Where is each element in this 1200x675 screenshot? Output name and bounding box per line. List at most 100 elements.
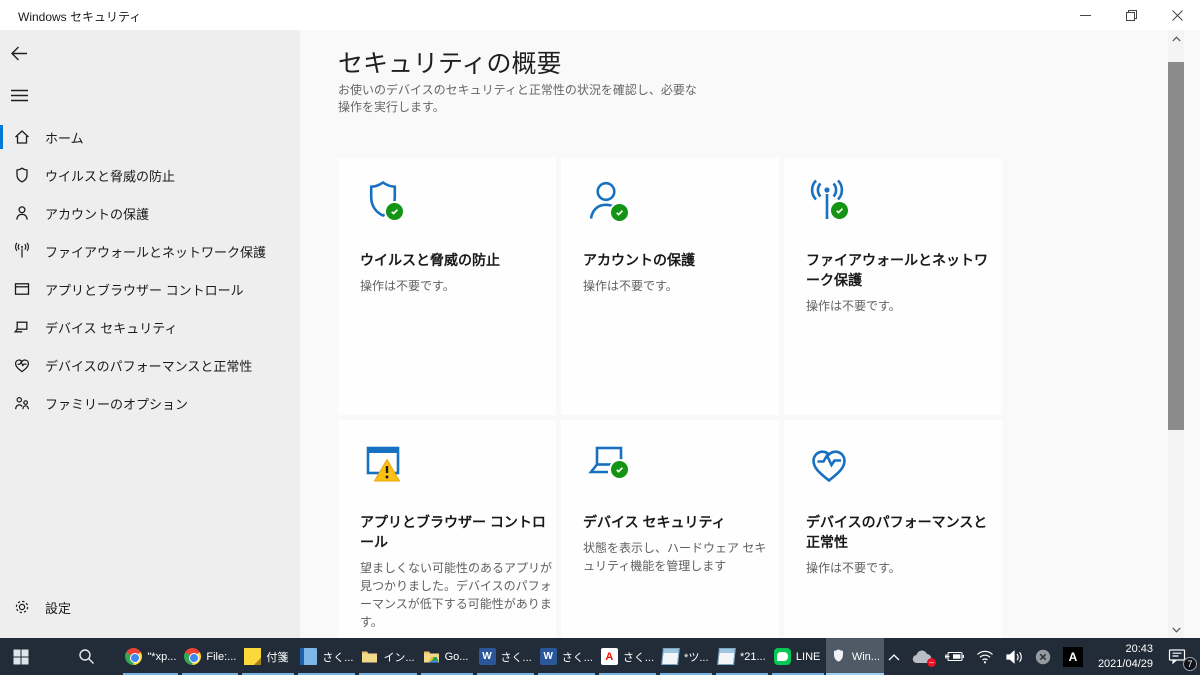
taskbar-app-line[interactable]: LINE bbox=[770, 638, 826, 675]
family-icon bbox=[13, 394, 31, 412]
card-app-browser-control[interactable]: アプリとブラウザー コントロール 望ましくない可能性のあるアプリが見つかりました… bbox=[338, 420, 556, 638]
taskbar-app-folder[interactable]: イン... bbox=[357, 638, 418, 675]
page-subtitle: お使いのデバイスのセキュリティと正常性の状況を確認し、必要な操作を実行します。 bbox=[338, 82, 704, 117]
system-tray: – A 20:43 2021/04/29 7 bbox=[884, 638, 1200, 675]
scrollbar-thumb[interactable] bbox=[1168, 62, 1184, 430]
taskbar-app-notepad-2[interactable]: *21... bbox=[714, 638, 770, 675]
restore-button[interactable] bbox=[1108, 0, 1154, 30]
sidebar-item-label: デバイス セキュリティ bbox=[45, 318, 177, 337]
app-body: ホーム ウイルスと脅威の防止 アカウントの保護 ファイアウォールとネットワーク保… bbox=[0, 30, 1200, 638]
hamburger-menu-button[interactable] bbox=[10, 80, 44, 110]
taskbar-app-word-2[interactable]: W さく... bbox=[536, 638, 597, 675]
clock-time: 20:43 bbox=[1125, 643, 1153, 655]
sidebar-item-settings[interactable]: 設定 bbox=[0, 588, 300, 626]
taskbar-app-book[interactable]: さく... bbox=[296, 638, 357, 675]
scroll-down-arrow[interactable] bbox=[1168, 621, 1184, 638]
sidebar-item-account-protection[interactable]: アカウントの保護 bbox=[0, 194, 300, 232]
action-center-button[interactable]: 7 bbox=[1164, 638, 1196, 675]
word-icon: W bbox=[479, 648, 496, 665]
taskbar-app-label: *21... bbox=[740, 651, 766, 663]
check-badge-icon bbox=[609, 459, 630, 480]
main-content: セキュリティの概要 お使いのデバイスのセキュリティと正常性の状況を確認し、必要な… bbox=[300, 30, 1184, 638]
shield-icon bbox=[13, 166, 31, 184]
close-button[interactable] bbox=[1154, 0, 1200, 30]
wifi-icon[interactable] bbox=[972, 638, 998, 675]
tray-expand-chevron[interactable] bbox=[884, 638, 904, 675]
card-description: 状態を表示し、ハードウェア セキュリティ機能を管理します bbox=[583, 539, 777, 575]
ime-a-icon: A bbox=[1063, 647, 1083, 667]
card-title: ウイルスと脅威の防止 bbox=[360, 250, 554, 270]
sidebar-item-family-options[interactable]: ファミリーのオプション bbox=[0, 384, 300, 422]
taskbar-app-chrome-2[interactable]: File:... bbox=[180, 638, 240, 675]
sidebar-item-firewall-network[interactable]: ファイアウォールとネットワーク保護 bbox=[0, 232, 300, 270]
sidebar-item-label: アカウントの保護 bbox=[45, 204, 149, 223]
card-description: 望ましくない可能性のあるアプリが見つかりました。デバイスのパフォーマンスが低下す… bbox=[360, 559, 554, 631]
sidebar-item-label: ファイアウォールとネットワーク保護 bbox=[45, 242, 266, 261]
check-badge-icon bbox=[384, 201, 405, 222]
vertical-scrollbar[interactable] bbox=[1168, 30, 1184, 638]
taskbar-app-label: Go... bbox=[445, 651, 469, 663]
line-icon bbox=[774, 648, 791, 665]
taskbar-app-drive-folder[interactable]: Go... bbox=[419, 638, 475, 675]
taskbar-app-label: 付箋 bbox=[266, 649, 288, 665]
card-title: デバイス セキュリティ bbox=[583, 512, 777, 532]
sidebar-item-device-security[interactable]: デバイス セキュリティ bbox=[0, 308, 300, 346]
taskbar-app-label: イン... bbox=[383, 649, 414, 665]
minimize-button[interactable] bbox=[1062, 0, 1108, 30]
card-virus-threat-protection[interactable]: ウイルスと脅威の防止 操作は不要です。 bbox=[338, 158, 556, 415]
page-title: セキュリティの概要 bbox=[338, 44, 562, 80]
taskbar: "*xp... File:... 付箋 さく... イン... Go... W … bbox=[0, 638, 1200, 675]
taskbar-app-acrobat[interactable]: A さく... bbox=[597, 638, 658, 675]
taskbar-app-windows-security[interactable]: Win... bbox=[826, 638, 884, 675]
battery-icon[interactable] bbox=[940, 638, 968, 675]
back-button[interactable] bbox=[10, 38, 44, 68]
sidebar-item-home[interactable]: ホーム bbox=[0, 118, 300, 156]
sidebar-item-label: ファミリーのオプション bbox=[45, 394, 188, 413]
folder-icon bbox=[361, 648, 378, 665]
onedrive-icon[interactable]: – bbox=[908, 638, 936, 675]
sticky-note-icon bbox=[244, 648, 261, 665]
start-button[interactable] bbox=[0, 638, 42, 675]
taskbar-search-button[interactable] bbox=[66, 638, 108, 675]
speaker-icon[interactable] bbox=[1002, 638, 1027, 675]
search-icon bbox=[78, 648, 95, 665]
chrome-icon bbox=[125, 648, 142, 665]
sidebar-item-label: アプリとブラウザー コントロール bbox=[45, 280, 244, 299]
taskbar-app-label: *ツ... bbox=[684, 649, 708, 665]
taskbar-app-chrome-1[interactable]: "*xp... bbox=[121, 638, 180, 675]
card-description: 操作は不要です。 bbox=[583, 277, 777, 295]
card-device-performance[interactable]: デバイスのパフォーマンスと正常性 操作は不要です。 bbox=[784, 420, 1002, 638]
card-title: ファイアウォールとネットワーク保護 bbox=[806, 250, 1000, 290]
sidebar-item-app-browser-control[interactable]: アプリとブラウザー コントロール bbox=[0, 270, 300, 308]
scroll-up-arrow[interactable] bbox=[1168, 30, 1184, 47]
taskbar-app-label: Win... bbox=[852, 651, 880, 663]
windows-security-shield-icon bbox=[830, 648, 847, 665]
taskbar-clock[interactable]: 20:43 2021/04/29 bbox=[1091, 638, 1160, 675]
taskbar-app-notepad-1[interactable]: *ツ... bbox=[658, 638, 714, 675]
notepad-icon bbox=[661, 648, 680, 665]
window-controls bbox=[1062, 0, 1200, 30]
taskbar-app-sticky-notes[interactable]: 付箋 bbox=[240, 638, 296, 675]
card-firewall-network[interactable]: ファイアウォールとネットワーク保護 操作は不要です。 bbox=[784, 158, 1002, 415]
windows-logo-icon bbox=[13, 649, 29, 665]
sidebar-nav: ホーム ウイルスと脅威の防止 アカウントの保護 ファイアウォールとネットワーク保… bbox=[0, 118, 300, 422]
sidebar-item-label: ウイルスと脅威の防止 bbox=[45, 166, 175, 185]
sidebar-item-label: 設定 bbox=[45, 598, 71, 617]
heart-pulse-icon bbox=[806, 440, 856, 486]
card-title: デバイスのパフォーマンスと正常性 bbox=[806, 512, 1000, 552]
taskbar-app-word-1[interactable]: W さく... bbox=[475, 638, 536, 675]
card-account-protection[interactable]: アカウントの保護 操作は不要です。 bbox=[561, 158, 779, 415]
ime-indicator[interactable]: A bbox=[1059, 638, 1087, 675]
sidebar-item-label: デバイスのパフォーマンスと正常性 bbox=[45, 356, 252, 375]
chrome-icon bbox=[184, 648, 201, 665]
card-description: 操作は不要です。 bbox=[806, 559, 1000, 577]
status-x-circle-icon[interactable] bbox=[1031, 638, 1055, 675]
sidebar-item-device-performance[interactable]: デバイスのパフォーマンスと正常性 bbox=[0, 346, 300, 384]
heart-pulse-icon bbox=[13, 356, 31, 374]
taskbar-app-label: "*xp... bbox=[147, 651, 176, 663]
sidebar-item-virus-threat-protection[interactable]: ウイルスと脅威の防止 bbox=[0, 156, 300, 194]
card-device-security[interactable]: デバイス セキュリティ 状態を表示し、ハードウェア セキュリティ機能を管理します bbox=[561, 420, 779, 638]
book-icon bbox=[300, 648, 317, 665]
taskbar-app-label: LINE bbox=[796, 651, 820, 663]
browser-window-icon bbox=[13, 280, 31, 298]
